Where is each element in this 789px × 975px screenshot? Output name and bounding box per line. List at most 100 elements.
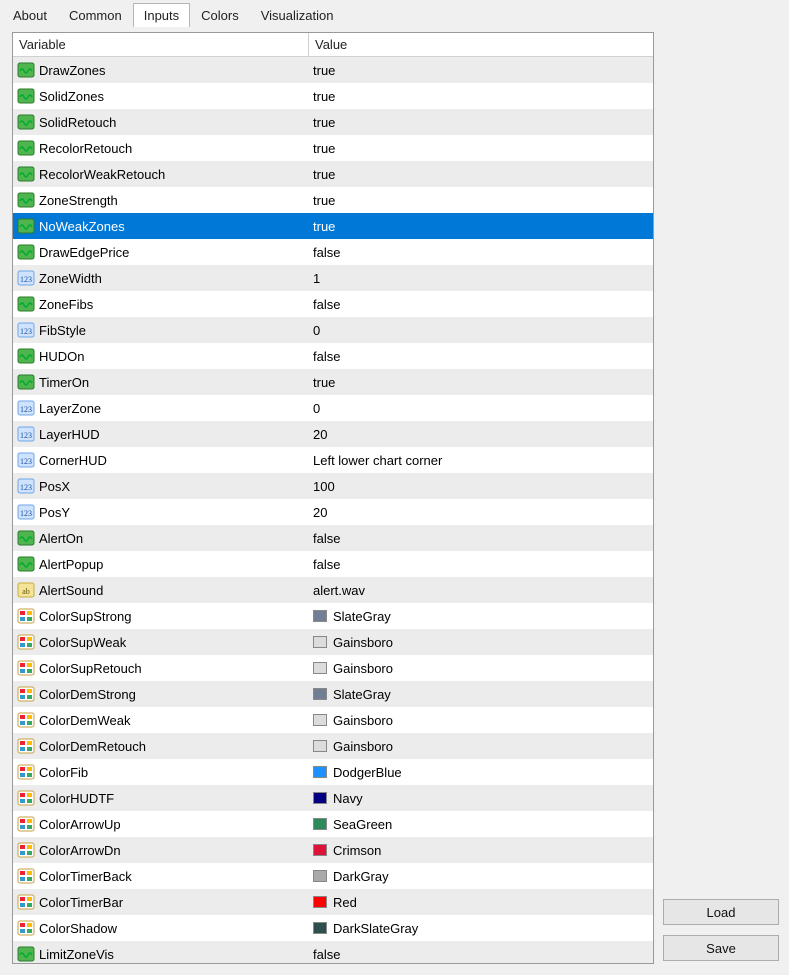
value-cell[interactable]: true — [309, 187, 653, 213]
variable-cell[interactable]: ColorTimerBar — [13, 889, 309, 915]
variable-cell[interactable]: ColorSupStrong — [13, 603, 309, 629]
variable-cell[interactable]: ColorShadow — [13, 915, 309, 941]
variable-cell[interactable]: abAlertSound — [13, 577, 309, 603]
input-row[interactable]: ZoneFibsfalse — [13, 291, 653, 317]
input-row[interactable]: 123ZoneWidth1 — [13, 265, 653, 291]
value-cell[interactable]: Gainsboro — [309, 655, 653, 681]
input-row[interactable]: ColorSupStrongSlateGray — [13, 603, 653, 629]
input-row[interactable]: ColorDemWeakGainsboro — [13, 707, 653, 733]
value-cell[interactable]: false — [309, 525, 653, 551]
input-row[interactable]: 123FibStyle0 — [13, 317, 653, 343]
value-cell[interactable]: true — [309, 135, 653, 161]
variable-cell[interactable]: HUDOn — [13, 343, 309, 369]
variable-cell[interactable]: DrawEdgePrice — [13, 239, 309, 265]
input-row[interactable]: ColorTimerBackDarkGray — [13, 863, 653, 889]
input-row[interactable]: 123LayerHUD20 — [13, 421, 653, 447]
variable-cell[interactable]: ColorArrowUp — [13, 811, 309, 837]
value-cell[interactable]: false — [309, 239, 653, 265]
value-cell[interactable]: true — [309, 161, 653, 187]
value-cell[interactable]: DodgerBlue — [309, 759, 653, 785]
input-row[interactable]: ColorShadowDarkSlateGray — [13, 915, 653, 941]
value-cell[interactable]: 1 — [309, 265, 653, 291]
input-row[interactable]: ColorHUDTFNavy — [13, 785, 653, 811]
tab-colors[interactable]: Colors — [190, 3, 250, 27]
tab-common[interactable]: Common — [58, 3, 133, 27]
variable-cell[interactable]: ColorSupRetouch — [13, 655, 309, 681]
input-row[interactable]: LimitZoneVisfalse — [13, 941, 653, 963]
input-row[interactable]: ColorSupRetouchGainsboro — [13, 655, 653, 681]
input-row[interactable]: ColorDemRetouchGainsboro — [13, 733, 653, 759]
input-row[interactable]: 123CornerHUDLeft lower chart corner — [13, 447, 653, 473]
value-cell[interactable]: DarkGray — [309, 863, 653, 889]
input-row[interactable]: ColorDemStrongSlateGray — [13, 681, 653, 707]
value-cell[interactable]: 20 — [309, 421, 653, 447]
variable-cell[interactable]: NoWeakZones — [13, 213, 309, 239]
input-row[interactable]: RecolorRetouchtrue — [13, 135, 653, 161]
variable-cell[interactable]: AlertOn — [13, 525, 309, 551]
variable-cell[interactable]: ZoneFibs — [13, 291, 309, 317]
input-row[interactable]: ColorArrowUpSeaGreen — [13, 811, 653, 837]
value-cell[interactable]: 20 — [309, 499, 653, 525]
variable-cell[interactable]: 123PosX — [13, 473, 309, 499]
input-row[interactable]: AlertPopupfalse — [13, 551, 653, 577]
value-cell[interactable]: true — [309, 369, 653, 395]
variable-cell[interactable]: SolidRetouch — [13, 109, 309, 135]
value-cell[interactable]: Red — [309, 889, 653, 915]
value-cell[interactable]: Gainsboro — [309, 629, 653, 655]
variable-cell[interactable]: RecolorWeakRetouch — [13, 161, 309, 187]
tab-inputs[interactable]: Inputs — [133, 3, 190, 27]
variable-cell[interactable]: ColorSupWeak — [13, 629, 309, 655]
header-value[interactable]: Value — [309, 33, 653, 56]
input-row[interactable]: SolidRetouchtrue — [13, 109, 653, 135]
variable-cell[interactable]: ColorTimerBack — [13, 863, 309, 889]
input-row[interactable]: ColorSupWeakGainsboro — [13, 629, 653, 655]
value-cell[interactable]: Crimson — [309, 837, 653, 863]
variable-cell[interactable]: ColorArrowDn — [13, 837, 309, 863]
variable-cell[interactable]: RecolorRetouch — [13, 135, 309, 161]
input-row[interactable]: 123PosY20 — [13, 499, 653, 525]
input-row[interactable]: SolidZonestrue — [13, 83, 653, 109]
value-cell[interactable]: Gainsboro — [309, 707, 653, 733]
input-row[interactable]: ZoneStrengthtrue — [13, 187, 653, 213]
value-cell[interactable]: false — [309, 551, 653, 577]
value-cell[interactable]: false — [309, 343, 653, 369]
variable-cell[interactable]: LimitZoneVis — [13, 941, 309, 963]
header-variable[interactable]: Variable — [13, 33, 309, 56]
variable-cell[interactable]: ColorDemStrong — [13, 681, 309, 707]
input-row[interactable]: TimerOntrue — [13, 369, 653, 395]
value-cell[interactable]: SlateGray — [309, 603, 653, 629]
variable-cell[interactable]: 123FibStyle — [13, 317, 309, 343]
variable-cell[interactable]: AlertPopup — [13, 551, 309, 577]
input-row[interactable]: DrawZonestrue — [13, 57, 653, 83]
value-cell[interactable]: true — [309, 83, 653, 109]
variable-cell[interactable]: 123ZoneWidth — [13, 265, 309, 291]
variable-cell[interactable]: DrawZones — [13, 57, 309, 83]
input-row[interactable]: NoWeakZonestrue — [13, 213, 653, 239]
value-cell[interactable]: false — [309, 291, 653, 317]
value-cell[interactable]: 100 — [309, 473, 653, 499]
input-row[interactable]: 123PosX100 — [13, 473, 653, 499]
value-cell[interactable]: false — [309, 941, 653, 963]
input-row[interactable]: HUDOnfalse — [13, 343, 653, 369]
value-cell[interactable]: 0 — [309, 395, 653, 421]
variable-cell[interactable]: 123LayerZone — [13, 395, 309, 421]
value-cell[interactable]: true — [309, 57, 653, 83]
value-cell[interactable]: alert.wav — [309, 577, 653, 603]
value-cell[interactable]: Navy — [309, 785, 653, 811]
value-cell[interactable]: SlateGray — [309, 681, 653, 707]
input-row[interactable]: AlertOnfalse — [13, 525, 653, 551]
value-cell[interactable]: Gainsboro — [309, 733, 653, 759]
tab-visualization[interactable]: Visualization — [250, 3, 345, 27]
value-cell[interactable]: true — [309, 213, 653, 239]
variable-cell[interactable]: ColorHUDTF — [13, 785, 309, 811]
variable-cell[interactable]: 123PosY — [13, 499, 309, 525]
input-row[interactable]: ColorFibDodgerBlue — [13, 759, 653, 785]
tab-about[interactable]: About — [2, 3, 58, 27]
value-cell[interactable]: DarkSlateGray — [309, 915, 653, 941]
input-row[interactable]: ColorArrowDnCrimson — [13, 837, 653, 863]
input-row[interactable]: RecolorWeakRetouchtrue — [13, 161, 653, 187]
input-row[interactable]: DrawEdgePricefalse — [13, 239, 653, 265]
input-row[interactable]: abAlertSoundalert.wav — [13, 577, 653, 603]
variable-cell[interactable]: 123LayerHUD — [13, 421, 309, 447]
variable-cell[interactable]: ColorFib — [13, 759, 309, 785]
